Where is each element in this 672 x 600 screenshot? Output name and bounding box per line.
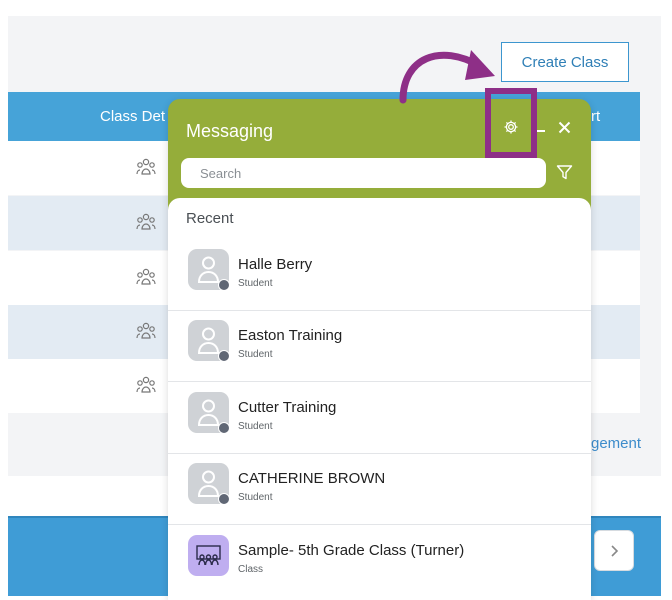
recent-heading: Recent bbox=[186, 210, 234, 227]
offline-status-dot bbox=[218, 493, 230, 505]
messaging-title: Messaging bbox=[186, 121, 274, 141]
offline-status-dot bbox=[218, 279, 230, 291]
students-icon[interactable] bbox=[136, 322, 156, 340]
next-page-button[interactable] bbox=[594, 530, 634, 571]
close-icon[interactable] bbox=[558, 121, 571, 134]
contact-type: Student bbox=[238, 492, 273, 503]
contact-name: Easton Training bbox=[238, 327, 343, 344]
classroom-icon bbox=[196, 545, 221, 566]
callout-arrow-icon bbox=[399, 50, 495, 104]
class-avatar bbox=[188, 535, 229, 576]
filter-icon[interactable] bbox=[556, 164, 573, 181]
students-icon[interactable] bbox=[136, 268, 156, 286]
contact-item-easton-training[interactable]: Easton Training Student bbox=[168, 311, 591, 382]
class-details-column-header: Class Det bbox=[100, 108, 166, 125]
contact-name: Halle Berry bbox=[238, 256, 313, 273]
person-icon bbox=[197, 399, 220, 426]
contact-item-catherine-brown[interactable]: CATHERINE BROWN Student bbox=[168, 454, 591, 525]
report-column-header: rt bbox=[591, 108, 601, 125]
contact-name: Cutter Training bbox=[238, 399, 337, 416]
search-input[interactable] bbox=[181, 158, 546, 188]
students-icon[interactable] bbox=[136, 158, 156, 176]
students-icon[interactable] bbox=[136, 213, 156, 231]
contact-type: Student bbox=[238, 349, 273, 360]
contact-type: Student bbox=[238, 278, 273, 289]
minimize-icon[interactable] bbox=[536, 130, 545, 132]
person-icon bbox=[197, 327, 220, 354]
person-icon bbox=[197, 470, 220, 497]
messaging-panel: Messaging Recent Halle Berry Student bbox=[168, 99, 591, 600]
students-icon[interactable] bbox=[136, 376, 156, 394]
offline-status-dot bbox=[218, 422, 230, 434]
contact-item-sample-class[interactable]: Sample- 5th Grade Class (Turner) Class bbox=[168, 526, 591, 597]
offline-status-dot bbox=[218, 350, 230, 362]
create-class-button[interactable]: Create Class bbox=[501, 42, 629, 82]
management-link[interactable]: gement bbox=[591, 435, 641, 452]
contact-type: Student bbox=[238, 421, 273, 432]
contact-name: Sample- 5th Grade Class (Turner) bbox=[238, 542, 465, 559]
contact-type: Class bbox=[238, 564, 264, 575]
contact-name: CATHERINE BROWN bbox=[238, 470, 386, 487]
person-icon bbox=[197, 256, 220, 283]
chevron-right-icon bbox=[611, 544, 619, 557]
contact-list: Recent Halle Berry Student Easton Traini… bbox=[168, 198, 591, 600]
contact-item-cutter-training[interactable]: Cutter Training Student bbox=[168, 383, 591, 454]
contact-item-halle-berry[interactable]: Halle Berry Student bbox=[168, 240, 591, 311]
